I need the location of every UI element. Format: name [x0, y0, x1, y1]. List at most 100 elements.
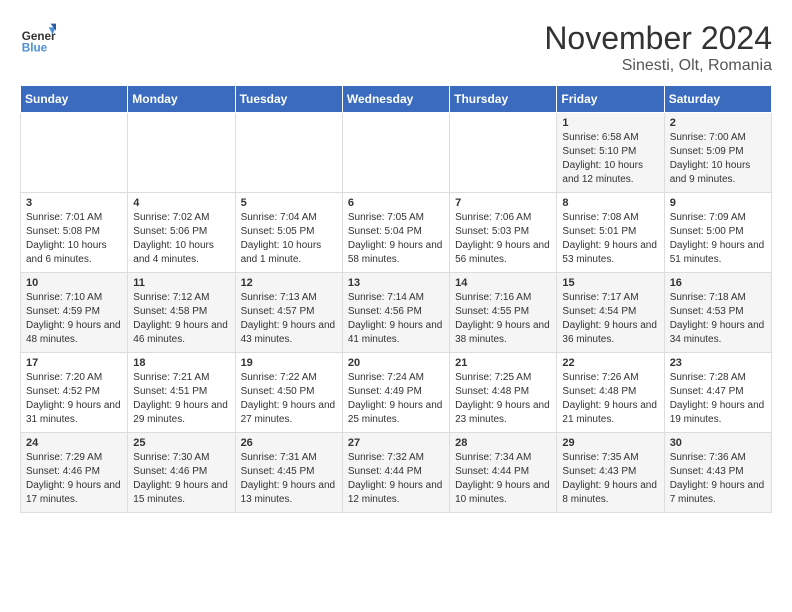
day-number: 14	[455, 277, 551, 289]
day-info: Sunrise: 7:04 AM Sunset: 5:05 PM Dayligh…	[241, 211, 337, 267]
day-number: 20	[348, 357, 444, 369]
calendar-cell	[21, 113, 128, 193]
calendar-cell	[235, 113, 342, 193]
calendar-cell: 2 Sunrise: 7:00 AM Sunset: 5:09 PM Daylig…	[664, 113, 771, 193]
day-info: Sunrise: 7:17 AM Sunset: 4:54 PM Dayligh…	[562, 291, 658, 347]
calendar-cell: 20 Sunrise: 7:24 AM Sunset: 4:49 PM Dayli…	[342, 353, 449, 433]
day-info: Sunrise: 7:29 AM Sunset: 4:46 PM Dayligh…	[26, 451, 122, 507]
day-info: Sunrise: 7:28 AM Sunset: 4:47 PM Dayligh…	[670, 371, 766, 427]
day-info: Sunrise: 6:58 AM Sunset: 5:10 PM Dayligh…	[562, 131, 658, 187]
day-info: Sunrise: 7:21 AM Sunset: 4:51 PM Dayligh…	[133, 371, 229, 427]
calendar-cell: 8 Sunrise: 7:08 AM Sunset: 5:01 PM Daylig…	[557, 193, 664, 273]
weekday-header-saturday: Saturday	[664, 86, 771, 113]
day-number: 18	[133, 357, 229, 369]
day-number: 13	[348, 277, 444, 289]
day-number: 5	[241, 197, 337, 209]
day-number: 28	[455, 437, 551, 449]
day-number: 29	[562, 437, 658, 449]
day-number: 15	[562, 277, 658, 289]
day-number: 9	[670, 197, 766, 209]
calendar-cell	[342, 113, 449, 193]
day-info: Sunrise: 7:18 AM Sunset: 4:53 PM Dayligh…	[670, 291, 766, 347]
weekday-header-wednesday: Wednesday	[342, 86, 449, 113]
weekday-header-monday: Monday	[128, 86, 235, 113]
location: Sinesti, Olt, Romania	[544, 57, 772, 75]
day-info: Sunrise: 7:20 AM Sunset: 4:52 PM Dayligh…	[26, 371, 122, 427]
calendar-cell: 13Sunrise: 7:14 AM Sunset: 4:56 PM Dayli…	[342, 273, 449, 353]
day-number: 21	[455, 357, 551, 369]
day-info: Sunrise: 7:02 AM Sunset: 5:06 PM Dayligh…	[133, 211, 229, 267]
weekday-header-tuesday: Tuesday	[235, 86, 342, 113]
calendar-cell: 25Sunrise: 7:30 AM Sunset: 4:46 PM Dayli…	[128, 433, 235, 513]
logo: General Blue	[20, 20, 56, 56]
calendar-cell: 26 Sunrise: 7:31 AM Sunset: 4:45 PM Dayli…	[235, 433, 342, 513]
day-info: Sunrise: 7:12 AM Sunset: 4:58 PM Dayligh…	[133, 291, 229, 347]
calendar-cell: 19 Sunrise: 7:22 AM Sunset: 4:50 PM Dayli…	[235, 353, 342, 433]
calendar-cell: 4 Sunrise: 7:02 AM Sunset: 5:06 PM Daylig…	[128, 193, 235, 273]
day-info: Sunrise: 7:32 AM Sunset: 4:44 PM Dayligh…	[348, 451, 444, 507]
day-number: 27	[348, 437, 444, 449]
title-block: November 2024 Sinesti, Olt, Romania	[544, 20, 772, 75]
calendar-cell: 5 Sunrise: 7:04 AM Sunset: 5:05 PM Daylig…	[235, 193, 342, 273]
day-info: Sunrise: 7:01 AM Sunset: 5:08 PM Dayligh…	[26, 211, 122, 267]
day-number: 10	[26, 277, 122, 289]
day-number: 16	[670, 277, 766, 289]
calendar-cell: 6Sunrise: 7:05 AM Sunset: 5:04 PM Daylig…	[342, 193, 449, 273]
weekday-header-friday: Friday	[557, 86, 664, 113]
page-header: General Blue November 2024 Sinesti, Olt,…	[20, 20, 772, 75]
day-number: 2	[670, 117, 766, 129]
calendar-cell: 16 Sunrise: 7:18 AM Sunset: 4:53 PM Dayli…	[664, 273, 771, 353]
svg-text:Blue: Blue	[22, 42, 48, 55]
day-info: Sunrise: 7:06 AM Sunset: 5:03 PM Dayligh…	[455, 211, 551, 267]
day-info: Sunrise: 7:22 AM Sunset: 4:50 PM Dayligh…	[241, 371, 337, 427]
day-info: Sunrise: 7:09 AM Sunset: 5:00 PM Dayligh…	[670, 211, 766, 267]
calendar-cell: 9 Sunrise: 7:09 AM Sunset: 5:00 PM Daylig…	[664, 193, 771, 273]
day-info: Sunrise: 7:25 AM Sunset: 4:48 PM Dayligh…	[455, 371, 551, 427]
day-info: Sunrise: 7:13 AM Sunset: 4:57 PM Dayligh…	[241, 291, 337, 347]
day-info: Sunrise: 7:00 AM Sunset: 5:09 PM Dayligh…	[670, 131, 766, 187]
calendar-cell	[128, 113, 235, 193]
day-info: Sunrise: 7:24 AM Sunset: 4:49 PM Dayligh…	[348, 371, 444, 427]
calendar-cell: 12 Sunrise: 7:13 AM Sunset: 4:57 PM Dayli…	[235, 273, 342, 353]
day-info: Sunrise: 7:16 AM Sunset: 4:55 PM Dayligh…	[455, 291, 551, 347]
calendar-cell: 1 Sunrise: 6:58 AM Sunset: 5:10 PM Daylig…	[557, 113, 664, 193]
day-info: Sunrise: 7:08 AM Sunset: 5:01 PM Dayligh…	[562, 211, 658, 267]
calendar-cell: 24 Sunrise: 7:29 AM Sunset: 4:46 PM Dayli…	[21, 433, 128, 513]
calendar-cell: 30 Sunrise: 7:36 AM Sunset: 4:43 PM Dayli…	[664, 433, 771, 513]
calendar-cell: 28 Sunrise: 7:34 AM Sunset: 4:44 PM Dayli…	[450, 433, 557, 513]
calendar-cell: 27 Sunrise: 7:32 AM Sunset: 4:44 PM Dayli…	[342, 433, 449, 513]
day-info: Sunrise: 7:34 AM Sunset: 4:44 PM Dayligh…	[455, 451, 551, 507]
day-number: 30	[670, 437, 766, 449]
day-number: 19	[241, 357, 337, 369]
day-number: 25	[133, 437, 229, 449]
calendar-cell: 7 Sunrise: 7:06 AM Sunset: 5:03 PM Daylig…	[450, 193, 557, 273]
calendar-cell: 15 Sunrise: 7:17 AM Sunset: 4:54 PM Dayli…	[557, 273, 664, 353]
day-number: 7	[455, 197, 551, 209]
calendar-table: SundayMondayTuesdayWednesdayThursdayFrid…	[20, 85, 772, 513]
calendar-cell: 11 Sunrise: 7:12 AM Sunset: 4:58 PM Dayli…	[128, 273, 235, 353]
day-number: 8	[562, 197, 658, 209]
weekday-header-thursday: Thursday	[450, 86, 557, 113]
day-number: 24	[26, 437, 122, 449]
weekday-header-sunday: Sunday	[21, 86, 128, 113]
day-number: 1	[562, 117, 658, 129]
day-info: Sunrise: 7:36 AM Sunset: 4:43 PM Dayligh…	[670, 451, 766, 507]
calendar-cell: 22Sunrise: 7:26 AM Sunset: 4:48 PM Dayli…	[557, 353, 664, 433]
logo-icon: General Blue	[20, 20, 56, 56]
calendar-cell: 29 Sunrise: 7:35 AM Sunset: 4:43 PM Dayli…	[557, 433, 664, 513]
day-number: 3	[26, 197, 122, 209]
calendar-cell: 21 Sunrise: 7:25 AM Sunset: 4:48 PM Dayli…	[450, 353, 557, 433]
calendar-cell: 14 Sunrise: 7:16 AM Sunset: 4:55 PM Dayli…	[450, 273, 557, 353]
calendar-cell: 3 Sunrise: 7:01 AM Sunset: 5:08 PM Daylig…	[21, 193, 128, 273]
calendar-cell	[450, 113, 557, 193]
day-number: 11	[133, 277, 229, 289]
day-number: 26	[241, 437, 337, 449]
day-info: Sunrise: 7:35 AM Sunset: 4:43 PM Dayligh…	[562, 451, 658, 507]
calendar-cell: 10Sunrise: 7:10 AM Sunset: 4:59 PM Dayli…	[21, 273, 128, 353]
day-info: Sunrise: 7:26 AM Sunset: 4:48 PM Dayligh…	[562, 371, 658, 427]
day-number: 4	[133, 197, 229, 209]
month-title: November 2024	[544, 20, 772, 57]
day-info: Sunrise: 7:31 AM Sunset: 4:45 PM Dayligh…	[241, 451, 337, 507]
day-number: 12	[241, 277, 337, 289]
calendar-cell: 23Sunrise: 7:28 AM Sunset: 4:47 PM Dayli…	[664, 353, 771, 433]
